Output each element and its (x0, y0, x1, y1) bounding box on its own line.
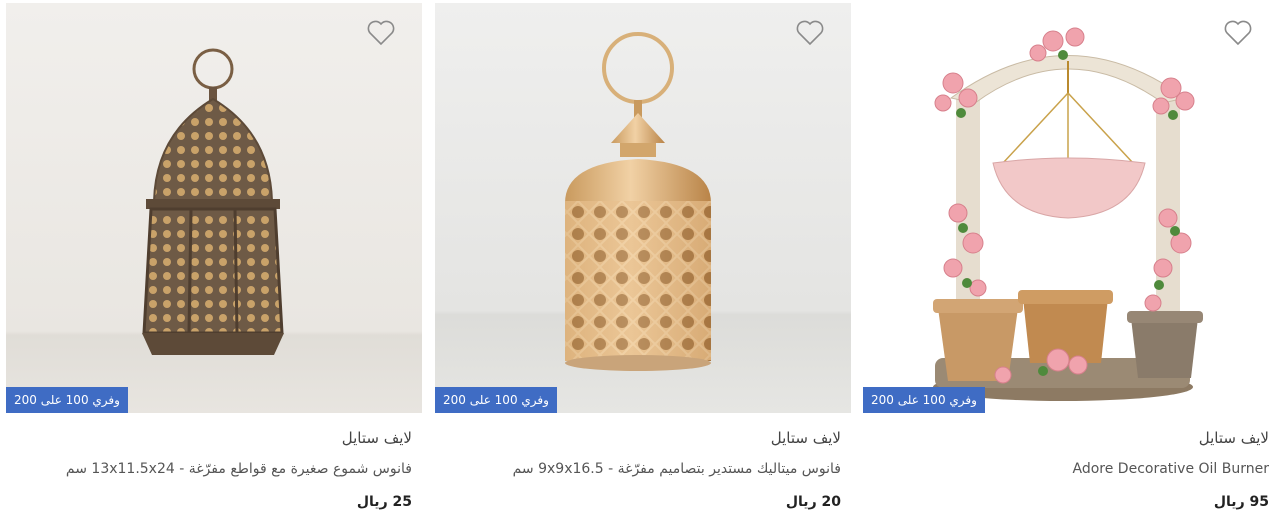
discount-badge: وفري 100 على 200 (435, 387, 557, 413)
product-brand[interactable]: لايف ستايل (435, 428, 841, 448)
product-grid: وفري 100 على 200 لايف ستايل Adore Decora… (0, 0, 1279, 514)
product-price: 95 ريال (1213, 494, 1269, 510)
favorite-heart-icon[interactable] (366, 19, 396, 47)
product-title[interactable]: Adore Decorative Oil Burner (863, 459, 1270, 479)
product-info: لايف ستايل فانوس شموع صغيرة مع قواطع مفر… (6, 413, 412, 512)
product-title[interactable]: فانوس ميتاليك مستدير بتصاميم مفرّغة - 9x… (435, 459, 841, 479)
favorite-heart-icon[interactable] (1223, 19, 1253, 47)
product-price: 25 ريال (356, 494, 412, 510)
discount-badge: وفري 100 على 200 (863, 387, 985, 413)
product-price: 20 ريال (785, 494, 841, 510)
product-image[interactable]: وفري 100 على 200 (435, 3, 851, 413)
discount-badge: وفري 100 على 200 (6, 387, 128, 413)
product-info: لايف ستايل Adore Decorative Oil Burner 9… (863, 413, 1270, 512)
product-image[interactable]: وفري 100 على 200 (863, 3, 1279, 413)
product-title[interactable]: فانوس شموع صغيرة مع قواطع مفرّغة - 13x11… (6, 459, 412, 479)
product-card[interactable]: وفري 100 على 200 لايف ستايل فانوس شموع ص… (6, 3, 422, 514)
product-brand[interactable]: لايف ستايل (6, 428, 412, 448)
product-info: لايف ستايل فانوس ميتاليك مستدير بتصاميم … (435, 413, 841, 512)
product-card[interactable]: وفري 100 على 200 لايف ستايل Adore Decora… (863, 3, 1279, 514)
product-image[interactable]: وفري 100 على 200 (6, 3, 422, 413)
product-brand[interactable]: لايف ستايل (863, 428, 1269, 448)
product-card[interactable]: وفري 100 على 200 لايف ستايل فانوس ميتالي… (435, 3, 851, 514)
favorite-heart-icon[interactable] (795, 19, 825, 47)
